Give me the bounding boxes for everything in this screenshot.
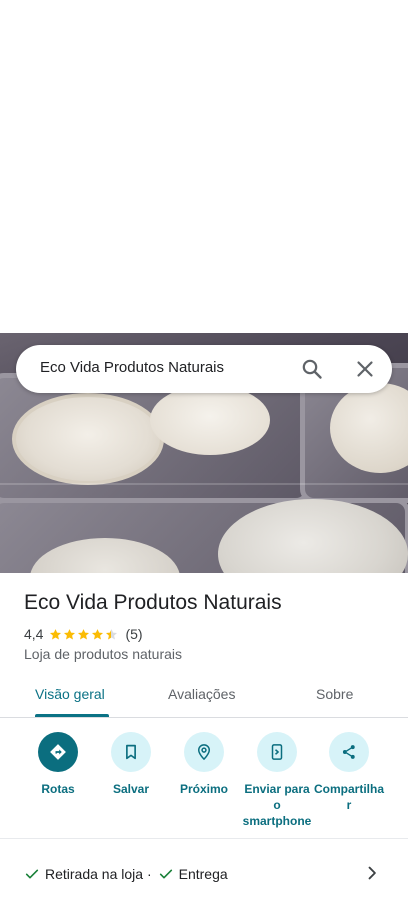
review-count[interactable]: (5) [125, 626, 142, 642]
place-category: Loja de produtos naturais [24, 646, 182, 662]
check-icon [25, 869, 39, 879]
tray-reflection [0, 483, 408, 485]
rating-value: 4,4 [24, 626, 44, 642]
place-title: Eco Vida Produtos Naturais [24, 591, 282, 614]
nearby-icon [197, 744, 211, 761]
share-label: Compartilhar [313, 782, 384, 812]
star-icon [92, 628, 104, 639]
section-divider [0, 838, 408, 839]
nearby-button-circle [184, 732, 224, 772]
nearby-button[interactable]: Próximo [164, 732, 244, 797]
search-icon[interactable] [300, 357, 324, 381]
search-input[interactable]: Eco Vida Produtos Naturais [40, 359, 224, 376]
action-buttons: Rotas Salvar Próximo Enviar para o smart… [0, 731, 408, 831]
cheese-wheel [12, 393, 164, 485]
delivery-option: Entrega [178, 866, 228, 882]
send-to-phone-button-circle [257, 732, 297, 772]
pickup-option: Retirada na loja · [45, 866, 152, 882]
active-tab-indicator [35, 714, 109, 717]
send-to-phone-button[interactable]: Enviar para o smartphone [237, 732, 317, 829]
send-to-phone-label: Enviar para o smartphone [242, 782, 312, 828]
close-icon[interactable] [353, 357, 377, 381]
share-button-circle [329, 732, 369, 772]
chevron-right-icon[interactable] [362, 863, 382, 883]
nearby-label: Próximo [179, 782, 228, 796]
save-label: Salvar [112, 782, 150, 796]
tab-bar: Visão geral Avaliações Sobre [0, 676, 408, 718]
send-to-phone-icon [271, 744, 283, 760]
directions-label: Rotas [41, 782, 75, 796]
bookmark-icon [126, 744, 136, 760]
save-button-circle [111, 732, 151, 772]
share-icon [342, 745, 355, 759]
share-button[interactable]: Compartilhar [309, 732, 389, 813]
star-icon [64, 628, 76, 639]
directions-button[interactable]: Rotas [18, 732, 98, 797]
tab-reviews[interactable]: Avaliações [168, 686, 235, 702]
service-options[interactable]: Retirada na loja · Entrega [24, 866, 228, 882]
star-icon [78, 628, 90, 639]
check-icon [159, 869, 172, 879]
star-rating [49, 628, 119, 641]
tab-about[interactable]: Sobre [316, 686, 353, 702]
directions-button-circle [38, 732, 78, 772]
star-half-icon [106, 628, 118, 639]
tab-overview[interactable]: Visão geral [35, 686, 105, 702]
star-icon [50, 628, 62, 639]
directions-icon [50, 744, 66, 760]
cheese-wheel [150, 385, 270, 455]
map-area-blank [0, 0, 408, 333]
rating-row[interactable]: 4,4 (5) [24, 625, 143, 643]
save-button[interactable]: Salvar [91, 732, 171, 797]
search-bar[interactable]: Eco Vida Produtos Naturais [16, 345, 392, 393]
